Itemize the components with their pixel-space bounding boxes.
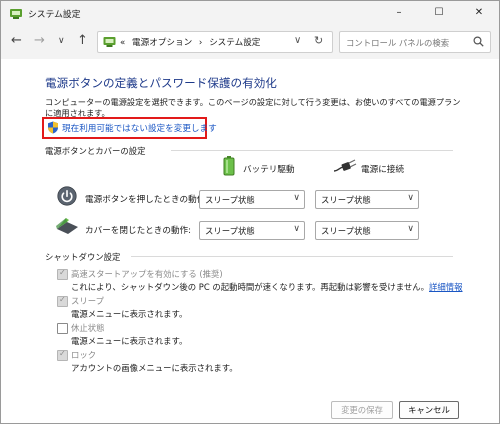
section-divider: [171, 150, 453, 151]
checkmark-icon: ✓: [59, 268, 66, 277]
power-plug-icon: [333, 159, 357, 172]
back-arrow-icon[interactable]: ←: [11, 33, 22, 48]
lock-label: ロック: [71, 350, 97, 360]
up-arrow-icon[interactable]: ↑: [77, 33, 88, 48]
cancel-button[interactable]: キャンセル: [399, 401, 459, 419]
lock-checkbox[interactable]: ✓: [57, 349, 68, 361]
recent-locations-chevron-icon[interactable]: ∨: [58, 36, 65, 46]
change-unavailable-settings-link[interactable]: 現在利用可能ではない設定を変更します: [42, 117, 217, 139]
chevron-down-icon: ∨: [407, 193, 414, 203]
laptop-lid-icon: [56, 218, 78, 234]
sleep-checkbox[interactable]: ✓: [57, 295, 68, 307]
window-title: システム設定: [28, 10, 81, 20]
search-box[interactable]: コントロール パネルの検索: [339, 31, 491, 53]
lid-close-action-label: カバーを閉じたときの動作:: [85, 226, 192, 236]
fast-startup-desc-text: これにより、シャットダウン後の PC の起動時間が速くなります。再起動は影響を受…: [71, 282, 430, 292]
select-value: スリープ状態: [321, 226, 371, 236]
forward-arrow-icon[interactable]: →: [34, 33, 45, 48]
breadcrumb-separator[interactable]: ›: [199, 38, 202, 48]
power-button-battery-select[interactable]: スリープ状態 ∨: [199, 190, 305, 209]
plugged-in-column-header: 電源に接続: [361, 165, 404, 175]
hibernate-checkbox[interactable]: [57, 323, 68, 334]
page-title: 電源ボタンの定義とパスワード保護の有効化: [45, 76, 277, 90]
chevron-down-icon: ∨: [407, 224, 414, 234]
address-bar[interactable]: « 電源オプション › システム設定 ∨ ↻: [97, 31, 333, 53]
battery-icon: [223, 156, 235, 176]
lid-close-plugged-select[interactable]: スリープ状態 ∨: [315, 221, 419, 240]
checkmark-icon: ✓: [59, 349, 66, 358]
lid-close-battery-select[interactable]: スリープ状態 ∨: [199, 221, 305, 240]
refresh-icon[interactable]: ↻: [314, 34, 323, 47]
maximize-button[interactable]: ☐: [419, 1, 459, 25]
footer: 変更の保存 キャンセル: [1, 397, 499, 423]
checkmark-icon: ✓: [59, 295, 66, 304]
section-divider: [131, 256, 453, 257]
power-section-heading: 電源ボタンとカバーの設定: [45, 146, 146, 156]
breadcrumb: « 電源オプション › システム設定: [120, 36, 260, 48]
fast-startup-description: これにより、シャットダウン後の PC の起動時間が速くなります。再起動は影響を受…: [71, 281, 463, 293]
battery-column-header: バッテリ駆動: [243, 165, 295, 175]
lock-description: アカウントの画像メニューに表示されます。: [71, 363, 238, 373]
address-dropdown-chevron-icon[interactable]: ∨: [294, 35, 301, 46]
chevron-down-icon: ∨: [293, 224, 300, 234]
breadcrumb-power-options[interactable]: 電源オプション: [132, 38, 192, 48]
navigation-bar: ← → ∨ ↑ « 電源オプション › システム設定 ∨ ↻ コントロール パネ…: [1, 25, 499, 59]
power-button-action-label: 電源ボタンを押したときの動作:: [85, 195, 209, 205]
search-icon[interactable]: [473, 36, 484, 47]
select-value: スリープ状態: [321, 195, 371, 205]
sleep-label: スリープ: [71, 296, 104, 306]
change-link-label[interactable]: 現在利用可能ではない設定を変更します: [62, 122, 217, 134]
content-area: 電源ボタンの定義とパスワード保護の有効化 コンピューターの電源設定を選択できます…: [1, 59, 499, 423]
fast-startup-checkbox[interactable]: ✓: [57, 268, 68, 280]
close-button[interactable]: ✕: [459, 1, 499, 25]
breadcrumb-overflow[interactable]: «: [120, 38, 125, 48]
power-button-plugged-select[interactable]: スリープ状態 ∨: [315, 190, 419, 209]
fast-startup-label: 高速スタートアップを有効にする (推奨): [71, 269, 223, 279]
control-panel-icon: [103, 37, 116, 47]
page-description: コンピューターの電源設定を選択できます。このページの設定に対して行う変更は、お使…: [45, 97, 461, 118]
minimize-button[interactable]: –: [379, 1, 419, 25]
system-settings-window: システム設定 – ☐ ✕ ← → ∨ ↑ « 電源オプション › システム設定 …: [0, 0, 500, 424]
more-info-link[interactable]: 詳細情報: [429, 282, 463, 292]
uac-shield-icon: [48, 121, 58, 134]
title-bar: システム設定 – ☐ ✕: [1, 1, 499, 25]
control-panel-icon: [10, 9, 22, 19]
select-value: スリープ状態: [205, 195, 255, 205]
hibernate-description: 電源メニューに表示されます。: [71, 336, 188, 346]
chevron-down-icon: ∨: [293, 193, 300, 203]
power-button-icon: [57, 186, 77, 206]
select-value: スリープ状態: [205, 226, 255, 236]
shutdown-section-heading: シャットダウン設定: [45, 252, 121, 262]
sleep-description: 電源メニューに表示されます。: [71, 309, 188, 319]
hibernate-label: 休止状態: [71, 323, 105, 333]
save-changes-button[interactable]: 変更の保存: [331, 401, 393, 419]
breadcrumb-system-settings[interactable]: システム設定: [209, 38, 260, 48]
search-input[interactable]: コントロール パネルの検索: [346, 37, 449, 49]
